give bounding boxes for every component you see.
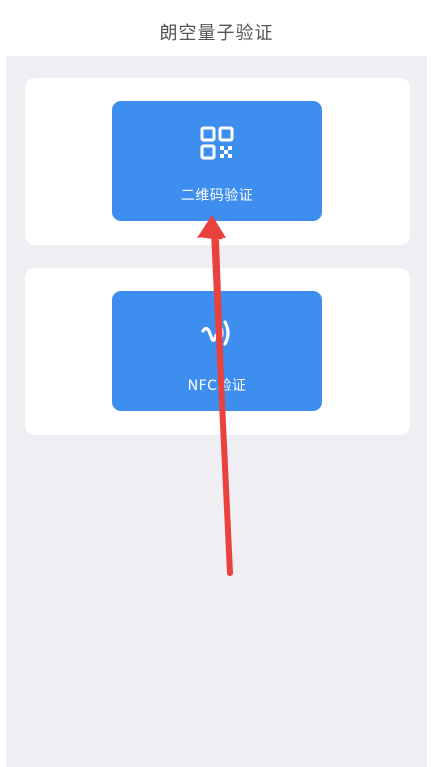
qr-verify-button[interactable]: 二维码验证 (112, 101, 322, 221)
qr-verify-card: 二维码验证 (25, 78, 410, 245)
nfc-verify-card: NFC验证 (25, 268, 410, 435)
nfc-icon (199, 315, 235, 351)
app-screen: 朗空量子验证 二维码验证 NFC验证 (6, 0, 427, 767)
page-title: 朗空量子验证 (159, 23, 274, 44)
qr-code-icon (199, 125, 235, 161)
nfc-verify-button[interactable]: NFC验证 (112, 291, 322, 411)
qr-verify-label: 二维码验证 (180, 188, 254, 204)
nfc-verify-label: NFC验证 (187, 378, 247, 394)
title-bar: 朗空量子验证 (6, 0, 427, 56)
